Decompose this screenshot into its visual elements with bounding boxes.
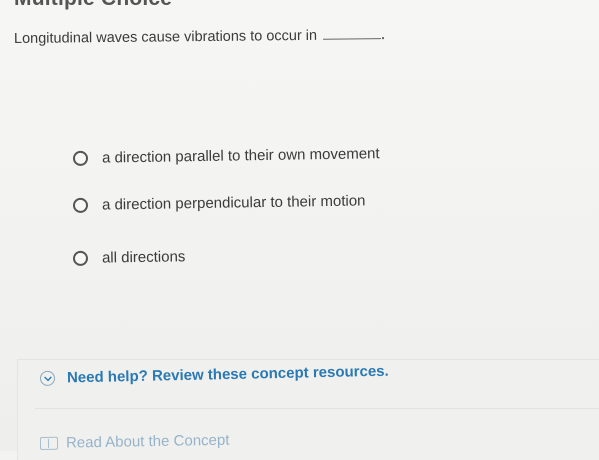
radio-unselected-icon[interactable] xyxy=(72,250,89,266)
question-period xyxy=(382,37,385,40)
radio-unselected-icon[interactable] xyxy=(72,150,89,166)
divider xyxy=(35,408,599,409)
section-heading: Multiple Choice xyxy=(14,0,172,11)
chevron-down-circle-icon xyxy=(39,370,56,386)
answer-blank xyxy=(323,37,382,40)
read-about-concept-label: Read About the Concept xyxy=(65,431,230,452)
question-text: Longitudinal waves cause vibrations to o… xyxy=(13,27,318,47)
radio-unselected-icon[interactable] xyxy=(72,197,89,213)
answer-option-label: all directions xyxy=(101,248,186,267)
answer-option-all-directions[interactable]: all directions xyxy=(72,248,186,267)
read-about-concept-link[interactable]: Read About the Concept xyxy=(39,431,230,452)
book-icon xyxy=(39,436,59,450)
